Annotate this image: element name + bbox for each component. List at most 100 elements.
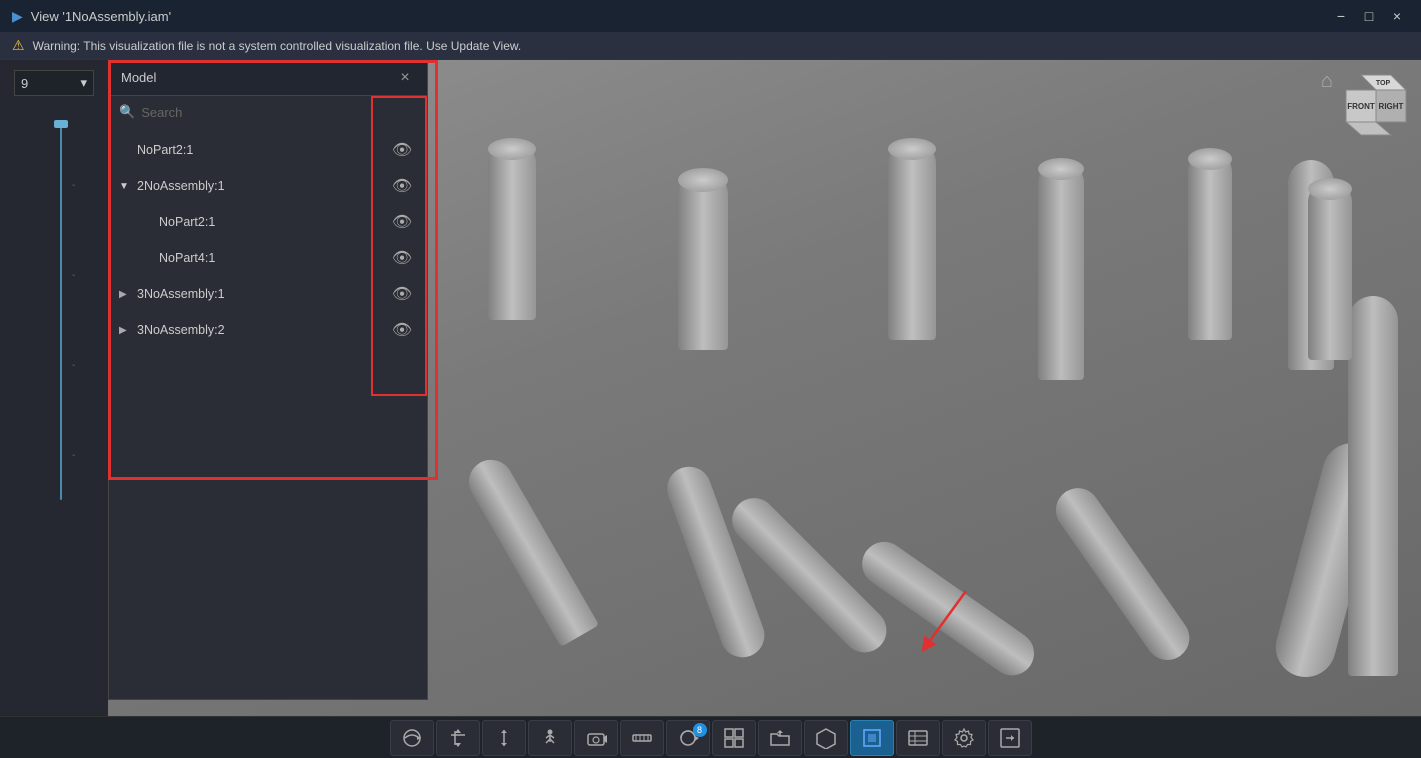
app-icon: ▶ xyxy=(12,8,23,25)
eye-button-3noassembly-1[interactable]: 👁 xyxy=(387,279,417,309)
pan-icon xyxy=(447,727,469,749)
cylinder-1-top xyxy=(488,138,536,160)
toolbar-rotate-button[interactable]: 8 xyxy=(666,720,710,756)
model-panel-title: Model xyxy=(121,70,156,85)
titlebar-left: ▶ View '1NoAssembly.iam' xyxy=(12,8,171,25)
tree-item-nopart4-1[interactable]: NoPart4:1 👁 xyxy=(109,240,427,276)
toolbar-part-button[interactable] xyxy=(804,720,848,756)
part-icon xyxy=(815,727,837,749)
tree-item-nopart2-1-child[interactable]: NoPart2:1 👁 xyxy=(109,204,427,240)
model-panel-close-button[interactable]: × xyxy=(395,68,415,88)
cylinder-2 xyxy=(678,170,728,350)
cylinder-angled-1 xyxy=(461,452,599,647)
tree-arrow-3noassembly-1: ▶ xyxy=(119,289,133,300)
open-icon xyxy=(769,727,791,749)
model-panel: Model × 🔍 NoPart2:1 👁 ▼ xyxy=(108,60,428,700)
cylinder-far-right xyxy=(1348,296,1398,676)
titlebar: ▶ View '1NoAssembly.iam' − □ × xyxy=(0,0,1421,32)
search-area: 🔍 xyxy=(109,96,427,128)
cylinder-4-top xyxy=(1038,158,1084,180)
home-button[interactable]: ⌂ xyxy=(1321,70,1333,93)
tree-arrow-3noassembly-2: ▶ xyxy=(119,325,133,336)
cylinder-2-top xyxy=(678,168,728,192)
tick-4: - xyxy=(72,450,75,461)
toolbar-settings-button[interactable] xyxy=(942,720,986,756)
close-button[interactable]: × xyxy=(1385,4,1409,28)
cylinder-3 xyxy=(888,140,936,340)
eye-button-nopart4[interactable]: 👁 xyxy=(387,243,417,273)
slider-handle[interactable] xyxy=(54,120,68,128)
tree-label-3noassembly-2: 3NoAssembly:2 xyxy=(137,323,225,337)
warning-text: Warning: This visualization file is not … xyxy=(33,39,522,53)
search-input[interactable] xyxy=(141,105,417,120)
export-icon xyxy=(999,727,1021,749)
bottom-toolbar: 8 xyxy=(0,716,1421,758)
eye-button-2noassembly-1[interactable]: 👁 xyxy=(387,171,417,201)
svg-text:RIGHT: RIGHT xyxy=(1379,102,1404,111)
number-value: 9 xyxy=(21,76,28,91)
cylinder-3-top xyxy=(888,138,936,160)
maximize-button[interactable]: □ xyxy=(1357,4,1381,28)
tree-item-2noassembly-1[interactable]: ▼ 2NoAssembly:1 👁 xyxy=(109,168,427,204)
toolbar-visibility-button[interactable] xyxy=(896,720,940,756)
toolbar-walk-button[interactable] xyxy=(528,720,572,756)
zoom-icon xyxy=(493,727,515,749)
assembly1-icon xyxy=(723,727,745,749)
cylinder-4 xyxy=(1038,160,1084,380)
eye-button-nopart2-1[interactable]: 👁 xyxy=(387,135,417,165)
visibility-icon xyxy=(907,727,929,749)
left-sidebar: 9 ▾ - - - - xyxy=(0,60,108,716)
cylinder-back-right-top xyxy=(1308,178,1352,200)
tree-label-nopart2-1: NoPart2:1 xyxy=(137,143,193,157)
cylinder-5 xyxy=(1188,150,1232,340)
tick-2: - xyxy=(72,270,75,281)
tree-arrow-2noassembly-1: ▼ xyxy=(119,181,133,192)
measure-icon xyxy=(631,727,653,749)
cylinder-angled-5 xyxy=(1047,480,1198,669)
tree-label-nopart4: NoPart4:1 xyxy=(159,251,215,265)
warning-bar: ⚠ Warning: This visualization file is no… xyxy=(0,32,1421,60)
toolbar-camera-button[interactable] xyxy=(574,720,618,756)
tree-label-nopart2-child: NoPart2:1 xyxy=(159,215,215,229)
window-title: View '1NoAssembly.iam' xyxy=(31,9,171,24)
view-cube-svg: TOP FRONT RIGHT xyxy=(1341,70,1411,140)
camera-icon xyxy=(585,727,607,749)
model-panel-header: Model × xyxy=(109,60,427,96)
tree-item-3noassembly-2[interactable]: ▶ 3NoAssembly:2 👁 xyxy=(109,312,427,348)
view-cube[interactable]: TOP FRONT RIGHT xyxy=(1341,70,1411,140)
tree-items: NoPart2:1 👁 ▼ 2NoAssembly:1 👁 NoPart2:1 … xyxy=(109,128,427,352)
toolbar-measure-button[interactable] xyxy=(620,720,664,756)
eye-button-nopart2-child[interactable]: 👁 xyxy=(387,207,417,237)
cylinder-5-top xyxy=(1188,148,1232,170)
main-area: 9 ▾ - - - - xyxy=(0,60,1421,716)
tree-item-nopart2-1[interactable]: NoPart2:1 👁 xyxy=(109,132,427,168)
orbit-icon xyxy=(401,727,423,749)
svg-text:FRONT: FRONT xyxy=(1347,102,1375,111)
settings-icon xyxy=(953,727,975,749)
toolbar-export-button[interactable] xyxy=(988,720,1032,756)
tree-label-2noassembly-1: 2NoAssembly:1 xyxy=(137,179,225,193)
toolbar-pan-button[interactable] xyxy=(436,720,480,756)
number-dropdown[interactable]: 9 ▾ xyxy=(14,70,94,96)
toolbar-assembly1-button[interactable] xyxy=(712,720,756,756)
cylinder-back-right xyxy=(1308,180,1352,360)
walk-icon xyxy=(539,727,561,749)
svg-text:TOP: TOP xyxy=(1376,80,1391,87)
toolbar-highlight-button[interactable] xyxy=(850,720,894,756)
cylinder-angled-2 xyxy=(661,461,771,664)
cylinder-angled-4 xyxy=(854,533,1043,684)
dropdown-arrow: ▾ xyxy=(80,75,87,91)
toolbar-badge-8: 8 xyxy=(693,723,707,737)
toolbar-orbit-button[interactable] xyxy=(390,720,434,756)
eye-button-3noassembly-2[interactable]: 👁 xyxy=(387,315,417,345)
cylinder-1 xyxy=(488,140,536,320)
search-icon: 🔍 xyxy=(119,104,135,120)
titlebar-controls: − □ × xyxy=(1329,4,1409,28)
tick-3: - xyxy=(72,360,75,371)
tree-item-3noassembly-1[interactable]: ▶ 3NoAssembly:1 👁 xyxy=(109,276,427,312)
tree-label-3noassembly-1: 3NoAssembly:1 xyxy=(137,287,225,301)
toolbar-open-button[interactable] xyxy=(758,720,802,756)
toolbar-zoom-button[interactable] xyxy=(482,720,526,756)
slider-track xyxy=(60,120,62,500)
minimize-button[interactable]: − xyxy=(1329,4,1353,28)
